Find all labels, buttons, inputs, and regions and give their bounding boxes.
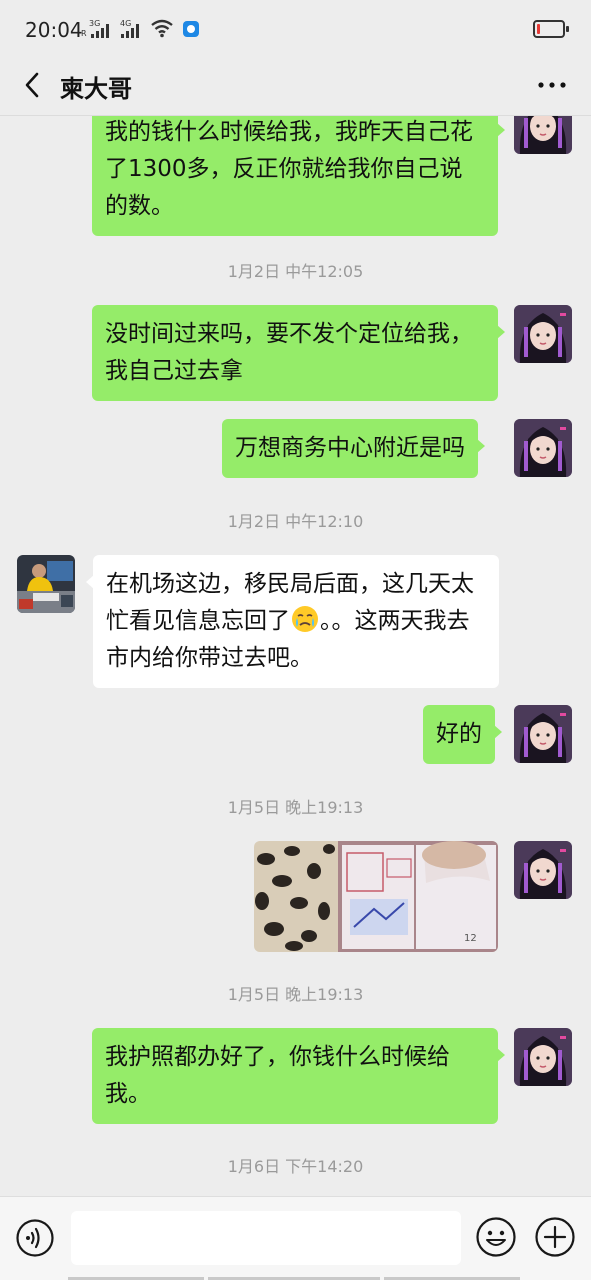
my-avatar[interactable] xyxy=(514,305,572,363)
timestamp: 1月5日 晚上19:13 xyxy=(227,798,364,817)
message-list[interactable]: 我的钱什么时候给我，我昨天自己花了1300多，反正你就给我你自己说的数。 1月2… xyxy=(0,116,591,1196)
timestamp: 1月2日 中午12:05 xyxy=(227,262,364,281)
sim1-signal-icon xyxy=(91,22,109,38)
battery-level xyxy=(537,24,540,34)
my-avatar[interactable] xyxy=(514,419,572,477)
message-text: 没时间过来吗，要不发个定位给我，我自己过去拿 xyxy=(105,321,473,384)
timestamp: 1月5日 晚上19:13 xyxy=(227,985,364,1004)
wifi-icon xyxy=(151,19,173,38)
message-text: 我的钱什么时候给我，我昨天自己花了1300多，反正你就给我你自己说的数。 xyxy=(105,119,473,219)
message-bubble-sent[interactable]: 没时间过来吗，要不发个定位给我，我自己过去拿 xyxy=(92,305,505,401)
notification-app-icon xyxy=(183,21,199,37)
voice-icon[interactable] xyxy=(15,1218,55,1258)
status-time: 20:04 xyxy=(25,18,83,42)
message-bubble-sent[interactable]: 万想商务中心附近是吗 xyxy=(222,419,485,478)
chevron-left-icon[interactable] xyxy=(18,70,48,100)
svg-text:12: 12 xyxy=(464,933,477,944)
message-text: 好的 xyxy=(436,721,482,747)
chat-title: 柬大哥 xyxy=(60,75,132,103)
passport-photo-image: 12 xyxy=(254,841,498,952)
timestamp: 1月2日 中午12:10 xyxy=(227,512,364,531)
message-bubble-sent[interactable]: 我护照都办好了，你钱什么时候给我。 xyxy=(92,1028,505,1124)
message-bubble-sent[interactable]: 好的 xyxy=(423,705,502,764)
status-bar: 20:04 3G R 4G xyxy=(0,0,591,58)
contact-avatar[interactable] xyxy=(17,555,75,613)
more-horizontal-icon[interactable] xyxy=(535,70,569,100)
battery-icon xyxy=(533,20,569,38)
message-text: 万想商务中心附近是吗 xyxy=(235,435,465,461)
message-text: 我护照都办好了，你钱什么时候给我。 xyxy=(105,1044,450,1107)
plus-icon[interactable] xyxy=(534,1216,576,1258)
sim2-signal-icon xyxy=(121,22,139,38)
my-avatar[interactable] xyxy=(514,841,572,899)
emoji-icon[interactable] xyxy=(475,1216,517,1258)
message-bubble-sent[interactable]: 我的钱什么时候给我，我昨天自己花了1300多，反正你就给我你自己说的数。 xyxy=(92,116,505,236)
my-avatar[interactable] xyxy=(514,1028,572,1086)
my-avatar[interactable] xyxy=(514,705,572,763)
roaming-label: R xyxy=(81,29,87,38)
input-bar xyxy=(0,1196,591,1280)
chat-header: 柬大哥 xyxy=(0,58,591,116)
my-avatar[interactable] xyxy=(514,116,572,154)
crying-face-emoji-icon xyxy=(292,606,318,632)
timestamp: 1月6日 下午14:20 xyxy=(227,1157,364,1176)
message-bubble-received[interactable]: 在机场这边，移民局后面，这几天太忙看见信息忘回了 。。这两天我去市内给你带过去吧… xyxy=(86,555,499,688)
message-input[interactable] xyxy=(71,1211,461,1265)
passport-photo-message[interactable]: 12 xyxy=(254,841,498,952)
